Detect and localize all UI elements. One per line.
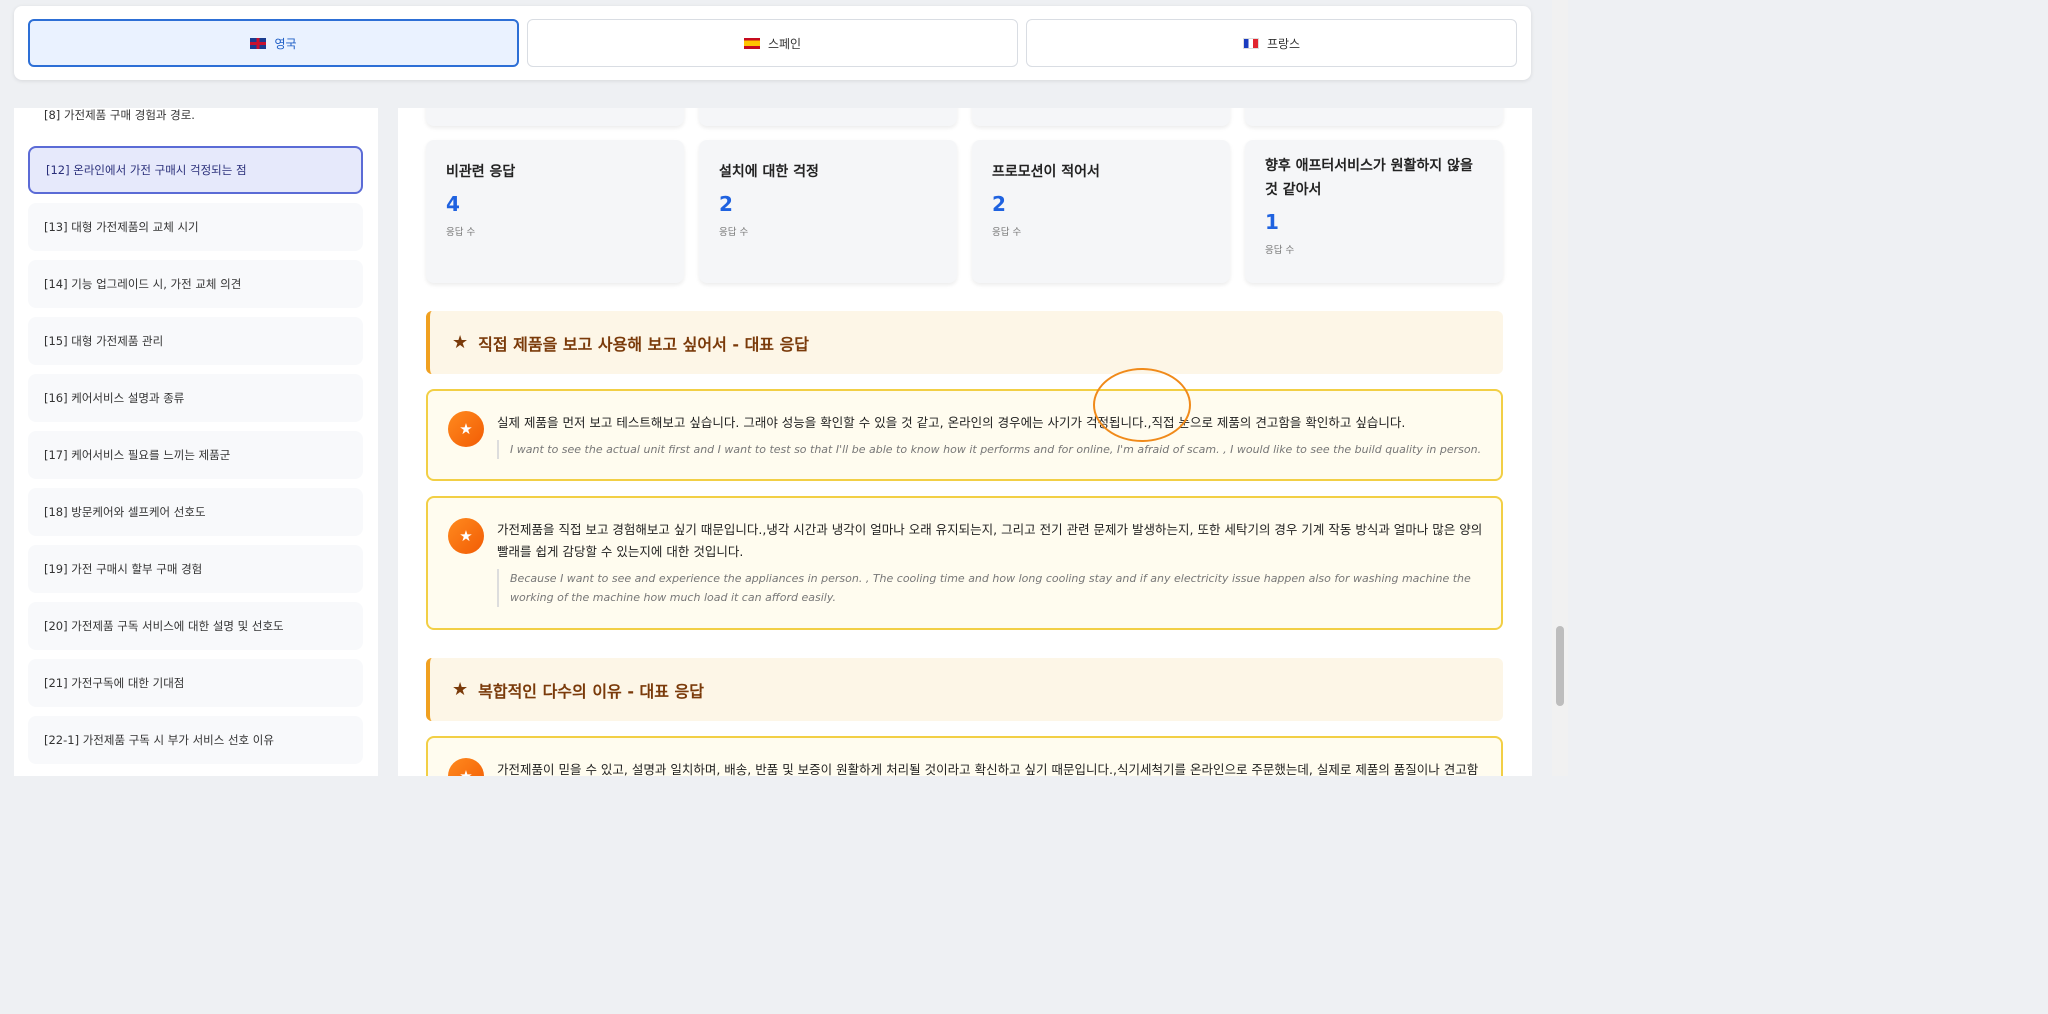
section-heading: ★ 복합적인 다수의 이유 - 대표 응답 — [426, 658, 1503, 721]
sidebar-item[interactable]: [20] 가전제품 구독 서비스에 대한 설명 및 선호도 — [28, 602, 363, 650]
sidebar-item-label: [14] 기능 업그레이드 시, 가전 교체 의견 — [44, 277, 242, 291]
stat-card: 설치에 대한 걱정 2 응답 수 — [699, 140, 957, 283]
sidebar-item-label: [20] 가전제품 구독 서비스에 대한 설명 및 선호도 — [44, 619, 284, 633]
sidebar-item-label: [12] 온라인에서 가전 구매시 걱정되는 점 — [46, 163, 247, 177]
tab-label: 스페인 — [767, 36, 802, 51]
stat-caption: 응답 수 — [1265, 245, 1295, 256]
stat-card — [699, 108, 957, 126]
stat-card — [426, 108, 684, 126]
sidebar-item[interactable]: [19] 가전 구매시 할부 구매 경험 — [28, 545, 363, 593]
response-text-en: I want to see the actual unit first and … — [497, 440, 1487, 459]
spain-flag-icon — [743, 37, 760, 49]
sidebar-item-active[interactable]: [12] 온라인에서 가전 구매시 걱정되는 점 — [28, 146, 363, 194]
response-card: ★ 가전제품을 직접 보고 경험해보고 싶기 때문입니다.,냉각 시간과 냉각이… — [426, 496, 1503, 630]
sidebar-item-label: [15] 대형 가전제품 관리 — [44, 334, 164, 348]
response-text-ko: 가전제품을 직접 보고 경험해보고 싶기 때문입니다.,냉각 시간과 냉각이 얼… — [497, 522, 1483, 559]
stat-value: 1 — [1265, 210, 1279, 234]
sidebar-item[interactable]: [18] 방문케어와 셀프케어 선호도 — [28, 488, 363, 536]
uk-flag-icon — [250, 37, 267, 49]
france-flag-icon — [1242, 37, 1259, 49]
sidebar-item-label: [8] 가전제품 구매 경험과 경로. — [44, 108, 195, 122]
sidebar-item[interactable]: [21] 가전구독에 대한 기대점 — [28, 659, 363, 707]
tab-france[interactable]: 프랑스 — [1026, 19, 1517, 67]
sidebar-item[interactable]: [16] 케어서비스 설명과 종류 — [28, 374, 363, 422]
stat-card — [1245, 108, 1503, 126]
stat-title: 비관련 응답 — [446, 164, 516, 180]
star-icon: ★ — [448, 758, 484, 776]
sidebar-item-label: [19] 가전 구매시 할부 구매 경험 — [44, 562, 203, 576]
question-sidebar: [8] 가전제품 구매 경험과 경로. [12] 온라인에서 가전 구매시 걱정… — [14, 108, 378, 776]
stat-title: 설치에 대한 걱정 — [719, 164, 819, 180]
stat-card: 프로모션이 적어서 2 응답 수 — [972, 140, 1230, 283]
sidebar-item[interactable]: [17] 케어서비스 필요를 느끼는 제품군 — [28, 431, 363, 479]
stat-card: 비관련 응답 4 응답 수 — [426, 140, 684, 283]
star-icon: ★ — [452, 332, 469, 353]
response-text-ko: 가전제품이 믿을 수 있고, 설명과 일치하며, 배송, 반품 및 보증이 원활… — [497, 762, 1479, 776]
sidebar-item-label: [16] 케어서비스 설명과 종류 — [44, 391, 185, 405]
tab-label: 프랑스 — [1266, 36, 1301, 51]
stat-caption: 응답 수 — [992, 227, 1022, 238]
response-card: ★ 가전제품이 믿을 수 있고, 설명과 일치하며, 배송, 반품 및 보증이 … — [426, 736, 1503, 776]
section-title: 복합적인 다수의 이유 - 대표 응답 — [478, 681, 704, 701]
sidebar-item-label: [17] 케어서비스 필요를 느끼는 제품군 — [44, 448, 231, 462]
country-tab-bar: 영국 스페인 프랑스 — [14, 6, 1531, 80]
response-card: ★ 실제 제품을 먼저 보고 테스트해보고 싶습니다. 그래야 성능을 확인할 … — [426, 389, 1503, 481]
sidebar-item[interactable]: [22-1] 가전제품 구독 시 부가 서비스 선호 이유 — [28, 716, 363, 764]
stat-title: 향후 애프터서비스가 원활하지 않을 것 같아서 — [1265, 158, 1473, 198]
stat-card: 향후 애프터서비스가 원활하지 않을 것 같아서 1 응답 수 — [1245, 140, 1503, 283]
sidebar-item-label: [22-1] 가전제품 구독 시 부가 서비스 선호 이유 — [44, 733, 274, 747]
stat-caption: 응답 수 — [719, 227, 749, 238]
sidebar-item-label: [18] 방문케어와 셀프케어 선호도 — [44, 505, 206, 519]
star-icon: ★ — [448, 518, 484, 554]
section-title: 직접 제품을 보고 사용해 보고 싶어서 - 대표 응답 — [478, 334, 810, 354]
sidebar-item[interactable]: [13] 대형 가전제품의 교체 시기 — [28, 203, 363, 251]
sidebar-item-label: [13] 대형 가전제품의 교체 시기 — [44, 220, 199, 234]
sidebar-item[interactable]: [8] 가전제품 구매 경험과 경로. — [28, 108, 363, 130]
sidebar-item[interactable]: [15] 대형 가전제품 관리 — [28, 317, 363, 365]
main-content: 비관련 응답 4 응답 수 설치에 대한 걱정 2 응답 수 프로모션이 적어서… — [398, 108, 1532, 776]
star-icon: ★ — [452, 679, 469, 700]
stat-caption: 응답 수 — [446, 227, 476, 238]
response-text-ko: 실제 제품을 먼저 보고 테스트해보고 싶습니다. 그래야 성능을 확인할 수 … — [497, 415, 1406, 430]
scrollbar-thumb[interactable] — [1556, 626, 1564, 706]
tab-label: 영국 — [274, 36, 297, 51]
stat-card — [972, 108, 1230, 126]
sidebar-item[interactable]: [14] 기능 업그레이드 시, 가전 교체 의견 — [28, 260, 363, 308]
tab-spain[interactable]: 스페인 — [527, 19, 1018, 67]
stat-value: 2 — [719, 192, 733, 216]
tab-uk[interactable]: 영국 — [28, 19, 519, 67]
response-text-en: Because I want to see and experience the… — [497, 569, 1487, 607]
star-icon: ★ — [448, 411, 484, 447]
stat-value: 2 — [992, 192, 1006, 216]
stat-value: 4 — [446, 192, 460, 216]
sidebar-item-label: [21] 가전구독에 대한 기대점 — [44, 676, 185, 690]
section-heading: ★ 직접 제품을 보고 사용해 보고 싶어서 - 대표 응답 — [426, 311, 1503, 374]
stat-title: 프로모션이 적어서 — [992, 164, 1100, 180]
